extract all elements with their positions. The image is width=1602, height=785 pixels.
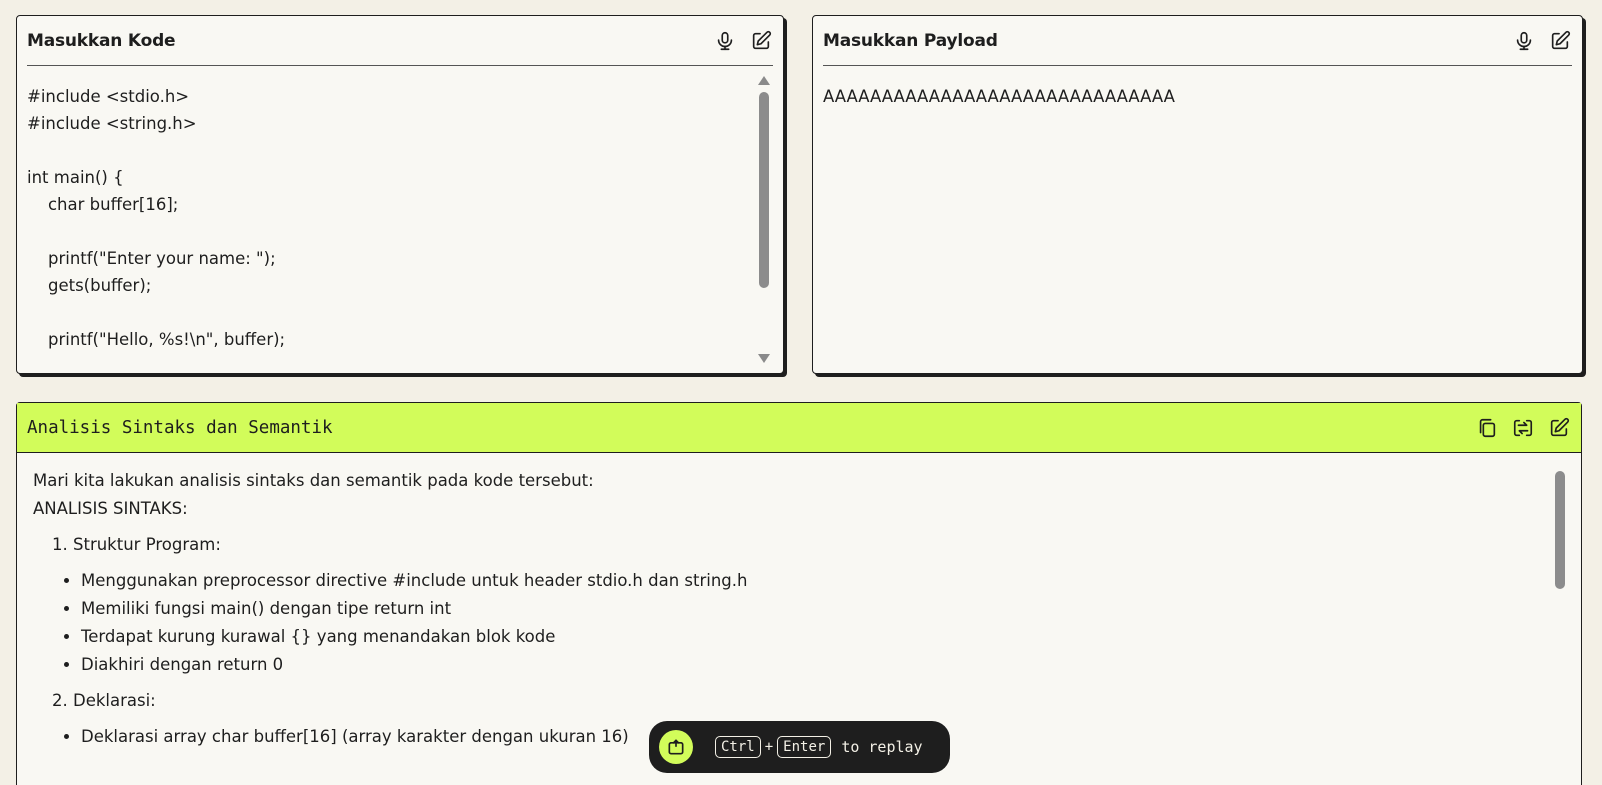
section-list: Struktur Program:	[33, 531, 1541, 559]
ctrl-key: Ctrl	[715, 736, 761, 758]
microphone-icon[interactable]	[713, 29, 737, 53]
replay-icon	[668, 739, 684, 755]
replay-button[interactable]	[659, 730, 693, 764]
code-editor[interactable]: #include <stdio.h> #include <string.h> i…	[27, 83, 753, 365]
analysis-panel-header: Analisis Sintaks dan Semantik	[17, 403, 1581, 453]
list-item: Menggunakan preprocessor directive #incl…	[81, 567, 1541, 595]
list-item: Diakhiri dengan return 0	[81, 651, 1541, 679]
analysis-intro: Mari kita lakukan analisis sintaks dan s…	[33, 471, 594, 490]
scroll-up-arrow-icon[interactable]	[758, 76, 770, 85]
copy-icon[interactable]	[1475, 416, 1499, 440]
code-scrollbar[interactable]	[757, 70, 771, 367]
edit-icon[interactable]	[1547, 416, 1571, 440]
analysis-content: Mari kita lakukan analisis sintaks dan s…	[33, 467, 1541, 757]
analysis-panel-actions	[1475, 416, 1571, 440]
code-panel-title: Masukkan Kode	[27, 30, 176, 51]
scroll-thumb[interactable]	[759, 92, 769, 288]
payload-panel-header: Masukkan Payload	[823, 16, 1572, 66]
list-item: Terdapat kurung kurawal {} yang menandak…	[81, 623, 1541, 651]
code-panel: Masukkan Kode #include <stdio.h> #includ…	[16, 15, 784, 374]
replay-hint: Ctrl + Enter to replay	[715, 736, 923, 758]
section-label: Deklarasi:	[73, 687, 1541, 715]
payload-input[interactable]: AAAAAAAAAAAAAAAAAAAAAAAAAAAAAA	[823, 83, 1572, 110]
enter-key: Enter	[777, 736, 832, 758]
payload-panel: Masukkan Payload AAAAAAAAAAAAAAAAAAAAAAA…	[812, 15, 1583, 374]
payload-panel-actions	[1512, 29, 1572, 53]
analysis-panel-title: Analisis Sintaks dan Semantik	[27, 417, 333, 438]
analysis-scroll-thumb[interactable]	[1555, 471, 1565, 589]
scroll-down-arrow-icon[interactable]	[758, 354, 770, 363]
replay-hint-text: to replay	[841, 738, 923, 756]
list-item: Memiliki fungsi main() dengan tipe retur…	[81, 595, 1541, 623]
edit-icon[interactable]	[749, 29, 773, 53]
replay-bar: Ctrl + Enter to replay	[649, 721, 950, 773]
code-panel-actions	[713, 29, 773, 53]
microphone-icon[interactable]	[1512, 29, 1536, 53]
payload-panel-title: Masukkan Payload	[823, 30, 998, 51]
plus-sign: +	[764, 739, 774, 755]
bullet-list: Menggunakan preprocessor directive #incl…	[33, 567, 1541, 679]
section-label: Struktur Program:	[73, 531, 1541, 559]
code-panel-header: Masukkan Kode	[27, 16, 773, 66]
repeat-icon[interactable]	[1511, 416, 1535, 440]
edit-icon[interactable]	[1548, 29, 1572, 53]
analysis-section-heading: ANALISIS SINTAKS:	[33, 499, 188, 518]
section-list: Deklarasi:	[33, 687, 1541, 715]
